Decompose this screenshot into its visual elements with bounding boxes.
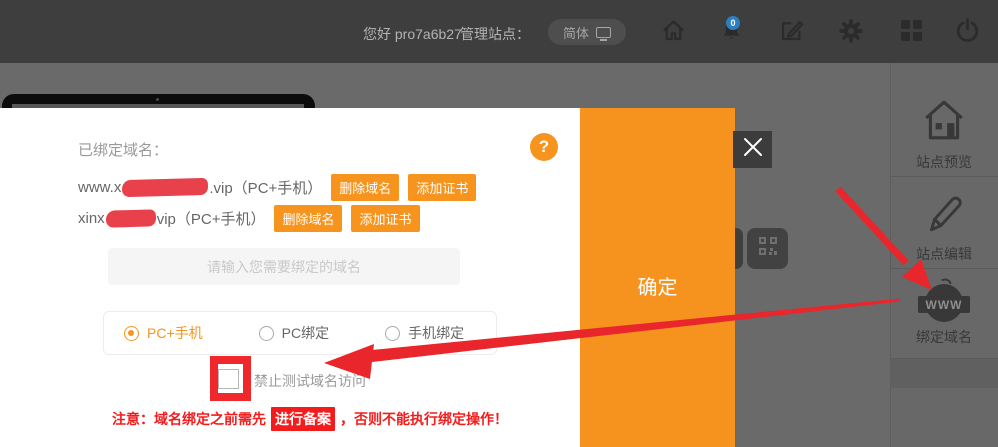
- domain-text-prefix: xinx: [78, 210, 105, 227]
- radio-icon: [124, 326, 139, 341]
- warning-text-post: ，否则不能执行绑定操作！: [340, 409, 508, 429]
- redaction-scribble: [122, 178, 208, 197]
- laptop-camera-dot: [156, 98, 159, 101]
- sidebar-item-site-preview[interactable]: 站点预览: [890, 98, 998, 172]
- close-icon: [742, 136, 764, 163]
- sidebar-footer-band: [890, 358, 998, 388]
- radio-mobile-bind[interactable]: 手机绑定: [385, 323, 464, 343]
- add-certificate-button[interactable]: 添加证书: [408, 174, 476, 201]
- sidebar-divider: [890, 358, 998, 359]
- logout-button[interactable]: [952, 18, 982, 48]
- binding-warning: 注意：域名绑定之前需先 进行备案 ，否则不能执行绑定操作！: [112, 407, 508, 431]
- radio-pc-and-mobile[interactable]: PC+手机: [124, 323, 203, 343]
- power-icon: [954, 17, 981, 49]
- gear-icon: [837, 17, 865, 50]
- language-preview-button[interactable]: 简体: [548, 19, 626, 45]
- edit-icon: [778, 17, 805, 49]
- close-modal-button[interactable]: [733, 131, 772, 168]
- notification-badge: 0: [726, 16, 740, 30]
- sidebar-item-bind-domain[interactable]: WWW 绑定域名: [890, 282, 998, 347]
- add-certificate-button[interactable]: 添加证书: [351, 205, 419, 232]
- sidebar-item-label: 站点预览: [916, 152, 972, 172]
- home-icon: [660, 17, 687, 49]
- monitor-icon: [596, 27, 611, 38]
- settings-button[interactable]: [836, 18, 866, 48]
- grid-icon: [900, 19, 923, 47]
- domain-text-suffix: .vip（PC+手机）: [209, 177, 322, 198]
- user-greeting: 您好 pro7a6b27: [363, 24, 462, 44]
- bound-domain-row: xinx vip（PC+手机） 删除域名 添加证书: [78, 205, 420, 232]
- site-edit-pencil-icon: [921, 190, 967, 239]
- qr-code-icon: [758, 236, 778, 261]
- sidebar-divider: [890, 176, 998, 177]
- bound-domain-row: www.x .vip（PC+手机） 删除域名 添加证书: [78, 174, 476, 201]
- forbid-test-domain-label: 禁止测试域名访问: [254, 371, 366, 391]
- www-globe-icon: WWW: [922, 282, 966, 322]
- domain-text-suffix: vip（PC+手机）: [157, 208, 266, 229]
- apps-button[interactable]: [896, 18, 926, 48]
- language-label: 简体: [563, 23, 589, 42]
- radio-pc-bind[interactable]: PC绑定: [259, 323, 329, 343]
- bind-mode-radio-group: PC+手机 PC绑定 手机绑定: [103, 311, 497, 355]
- filing-record-link[interactable]: 进行备案: [271, 407, 335, 431]
- site-preview-home-icon: [921, 98, 967, 147]
- sidebar-item-label: 绑定域名: [916, 327, 972, 347]
- manage-site-label: 管理站点：: [460, 24, 530, 44]
- redaction-scribble: [105, 209, 155, 227]
- help-button[interactable]: ?: [530, 133, 558, 161]
- delete-domain-button[interactable]: 删除域名: [274, 205, 342, 232]
- domain-text-prefix: www.x: [78, 179, 121, 196]
- bound-domains-label: 已绑定域名：: [78, 139, 168, 160]
- confirm-button[interactable]: 确定: [580, 108, 735, 447]
- radio-icon: [259, 326, 274, 341]
- sidebar-item-label: 站点编辑: [916, 244, 972, 264]
- sidebar-item-site-edit[interactable]: 站点编辑: [890, 190, 998, 264]
- delete-domain-button[interactable]: 删除域名: [331, 174, 399, 201]
- sidebar-divider: [890, 268, 998, 269]
- edit-site-button[interactable]: [776, 18, 806, 48]
- home-button[interactable]: [658, 18, 688, 48]
- qr-code-button[interactable]: [747, 228, 788, 269]
- radio-icon: [385, 326, 400, 341]
- domain-input[interactable]: [108, 248, 460, 285]
- warning-text-pre: 注意：域名绑定之前需先: [112, 409, 266, 429]
- checkbox-highlight-box: [210, 356, 251, 401]
